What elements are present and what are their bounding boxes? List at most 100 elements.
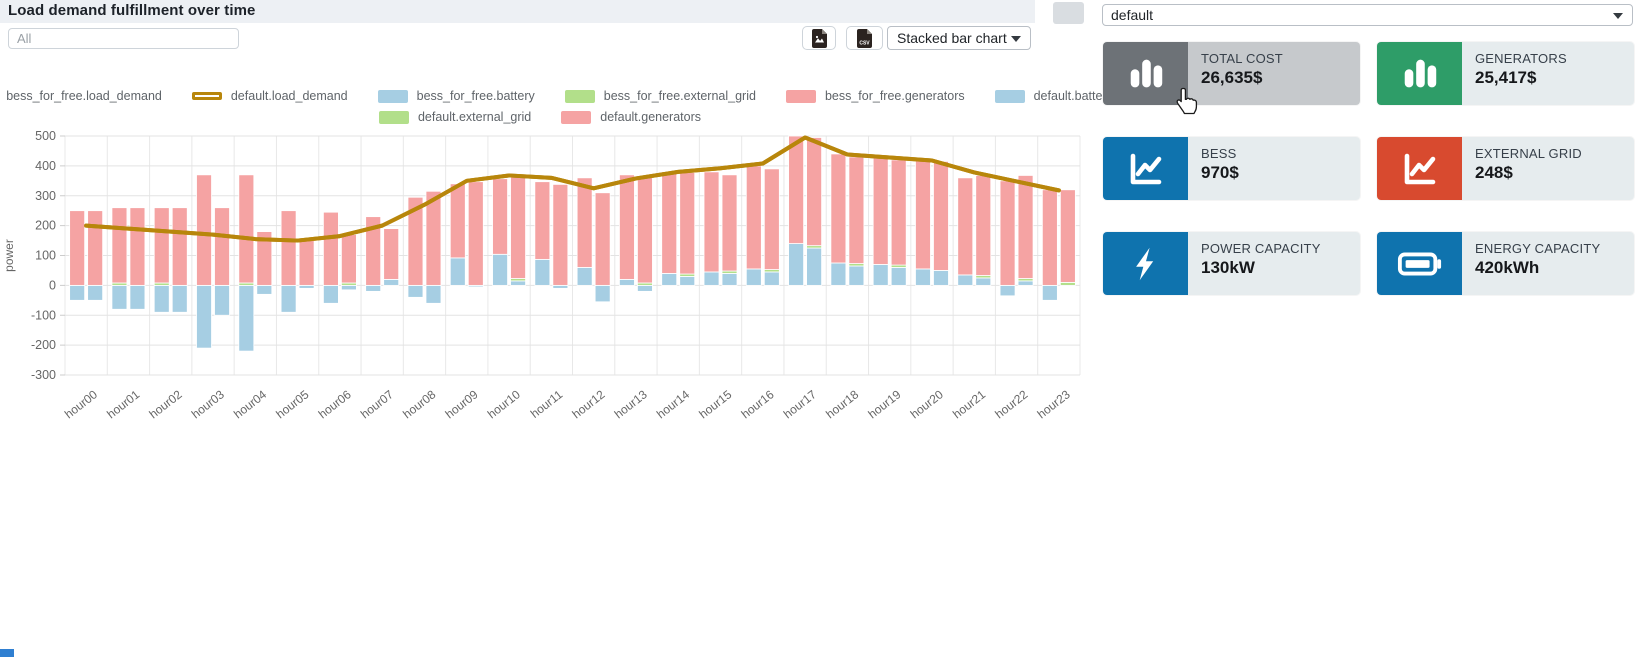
export-csv-button[interactable]: CSV bbox=[846, 26, 883, 50]
bar-segment-bess-for-free-battery bbox=[704, 272, 719, 285]
kpi-card-value: 26,635$ bbox=[1201, 68, 1360, 88]
bar-segment-default-battery bbox=[764, 272, 779, 285]
x-axis-tick-label: hour14 bbox=[654, 387, 692, 421]
bar-segment-default-battery bbox=[933, 270, 948, 285]
legend-item-default-load-demand[interactable]: default.load_demand bbox=[192, 89, 348, 103]
kpi-card-value: 248$ bbox=[1475, 163, 1634, 183]
bar-segment-bess-for-free-battery bbox=[958, 275, 973, 285]
bar-segment-bess-for-free-generators bbox=[958, 178, 973, 275]
kpi-card-title: GENERATORS bbox=[1475, 51, 1634, 66]
legend-swatch bbox=[565, 90, 595, 103]
bar-segment-bess-for-free-generators bbox=[112, 208, 127, 283]
legend-swatch bbox=[995, 90, 1025, 103]
file-image-icon bbox=[812, 29, 827, 48]
y-axis-tick-label: 100 bbox=[35, 249, 56, 263]
legend-label: bess_for_free.load_demand bbox=[6, 89, 162, 103]
bar-segment-bess-for-free-battery bbox=[493, 254, 508, 285]
bar-segment-default-battery bbox=[807, 248, 822, 285]
kpi-card-value: 970$ bbox=[1201, 163, 1360, 183]
kpi-card-title: EXTERNAL GRID bbox=[1475, 146, 1634, 161]
bar-segment-bess-for-free-battery bbox=[70, 285, 85, 300]
bar-segment-default-battery bbox=[130, 285, 145, 309]
chevron-down-icon bbox=[1613, 13, 1623, 19]
bar-segment-default-battery bbox=[976, 278, 991, 285]
bar-segment-bess-for-free-generators bbox=[873, 157, 888, 265]
legend-label: bess_for_free.external_grid bbox=[604, 89, 756, 103]
bar-segment-bess-for-free-generators bbox=[1000, 181, 1015, 286]
x-axis-tick-label: hour09 bbox=[443, 387, 481, 421]
kpi-card-power-capacity[interactable]: POWER CAPACITY130kW bbox=[1103, 232, 1360, 295]
line-chart-icon bbox=[1377, 137, 1462, 200]
x-axis-tick-label: hour04 bbox=[231, 387, 269, 421]
kpi-card-total-cost[interactable]: TOTAL COST26,635$ bbox=[1103, 42, 1360, 105]
bar-segment-default-generators bbox=[1060, 190, 1075, 283]
legend-item-default-generators[interactable]: default.generators bbox=[561, 110, 701, 124]
kpi-card-title: POWER CAPACITY bbox=[1201, 241, 1360, 256]
filter-input[interactable] bbox=[8, 28, 239, 49]
bar-segment-bess-for-free-generators bbox=[831, 154, 846, 263]
bar-segment-default-generators bbox=[511, 176, 526, 278]
bottom-left-indicator bbox=[0, 649, 14, 657]
bar-segment-bess-for-free-battery bbox=[323, 285, 338, 303]
y-axis-tick-label: 0 bbox=[49, 278, 56, 292]
bar-segment-default-battery bbox=[553, 285, 568, 288]
bar-segment-default-generators bbox=[384, 229, 399, 280]
legend-label: default.battery bbox=[1034, 89, 1113, 103]
bar-segment-bess-for-free-generators bbox=[577, 178, 592, 268]
legend-item-bess-for-free-load-demand[interactable]: bess_for_free.load_demand bbox=[0, 89, 162, 103]
bar-segment-bess-for-free-battery bbox=[154, 285, 169, 312]
bar-segment-default-generators bbox=[891, 160, 906, 265]
bar-segment-default-battery bbox=[511, 281, 526, 285]
kpi-card-external-grid[interactable]: EXTERNAL GRID 248$ bbox=[1377, 137, 1634, 200]
kpi-card-body: TOTAL COST26,635$ bbox=[1188, 42, 1360, 105]
bar-segment-bess-for-free-generators bbox=[239, 175, 254, 283]
kpi-card-body: BESS970$ bbox=[1188, 137, 1360, 200]
legend-item-bess-for-free-battery[interactable]: bess_for_free.battery bbox=[378, 89, 535, 103]
x-axis-tick-label: hour22 bbox=[992, 387, 1030, 421]
x-axis-tick-label: hour17 bbox=[781, 387, 819, 421]
legend-item-bess-for-free-external-grid[interactable]: bess_for_free.external_grid bbox=[565, 89, 756, 103]
x-axis-tick-label: hour18 bbox=[823, 387, 861, 421]
legend-swatch bbox=[561, 111, 591, 124]
kpi-card-value: 420kWh bbox=[1475, 258, 1634, 278]
bar-segment-default-generators bbox=[807, 137, 822, 245]
legend-item-bess-for-free-generators[interactable]: bess_for_free.generators bbox=[786, 89, 965, 103]
bar-segment-default-generators bbox=[764, 169, 779, 270]
battery-icon bbox=[1377, 232, 1462, 295]
kpi-card-energy-capacity[interactable]: ENERGY CAPACITY420kWh bbox=[1377, 232, 1634, 295]
scenario-select[interactable]: default bbox=[1102, 4, 1633, 26]
chart-legend-row-1: bess_for_free.load_demand default.load_de… bbox=[0, 89, 1080, 103]
bar-segment-bess-for-free-generators bbox=[915, 160, 930, 269]
bar-segment-bess-for-free-generators bbox=[535, 182, 550, 260]
y-axis-tick-label: 400 bbox=[35, 159, 56, 173]
bar-segment-default-battery bbox=[595, 285, 610, 301]
legend-item-default-external-grid[interactable]: default.external_grid bbox=[379, 110, 531, 124]
kpi-card-generators[interactable]: GENERATORS25,417$ bbox=[1377, 42, 1634, 105]
legend-label: default.load_demand bbox=[231, 89, 348, 103]
bar-segment-bess-for-free-battery bbox=[239, 285, 254, 351]
y-axis-tick-label: -100 bbox=[31, 308, 56, 322]
bar-segment-default-generators bbox=[172, 208, 187, 286]
legend-label: default.external_grid bbox=[418, 110, 531, 124]
x-axis-tick-label: hour06 bbox=[316, 387, 354, 421]
legend-item-default-battery[interactable]: default.battery bbox=[995, 89, 1113, 103]
bar-segment-default-battery bbox=[384, 279, 399, 285]
y-axis-tick-label: 300 bbox=[35, 189, 56, 203]
kpi-card-body: POWER CAPACITY130kW bbox=[1188, 232, 1360, 295]
bar-segment-bess-for-free-battery bbox=[112, 285, 127, 309]
bar-segment-bess-for-free-generators bbox=[154, 208, 169, 283]
x-axis-tick-label: hour10 bbox=[485, 387, 523, 421]
bar-segment-bess-for-free-battery bbox=[197, 285, 212, 348]
legend-swatch bbox=[192, 92, 222, 100]
x-axis-tick-label: hour03 bbox=[189, 387, 227, 421]
bar-segment-default-battery bbox=[257, 285, 272, 294]
x-axis-tick-label: hour19 bbox=[865, 387, 903, 421]
y-axis-tick-label: -200 bbox=[31, 338, 56, 352]
kpi-card-grid: TOTAL COST26,635$ GENERATORS25,417$ BESS97… bbox=[1103, 42, 1634, 295]
chart-type-select[interactable]: Stacked bar chart bbox=[887, 26, 1031, 50]
bar-segment-default-battery bbox=[1018, 281, 1033, 285]
export-image-button[interactable] bbox=[802, 26, 836, 50]
bar-segment-default-generators bbox=[680, 172, 695, 274]
bar-segment-default-generators bbox=[976, 175, 991, 275]
kpi-card-bess[interactable]: BESS970$ bbox=[1103, 137, 1360, 200]
